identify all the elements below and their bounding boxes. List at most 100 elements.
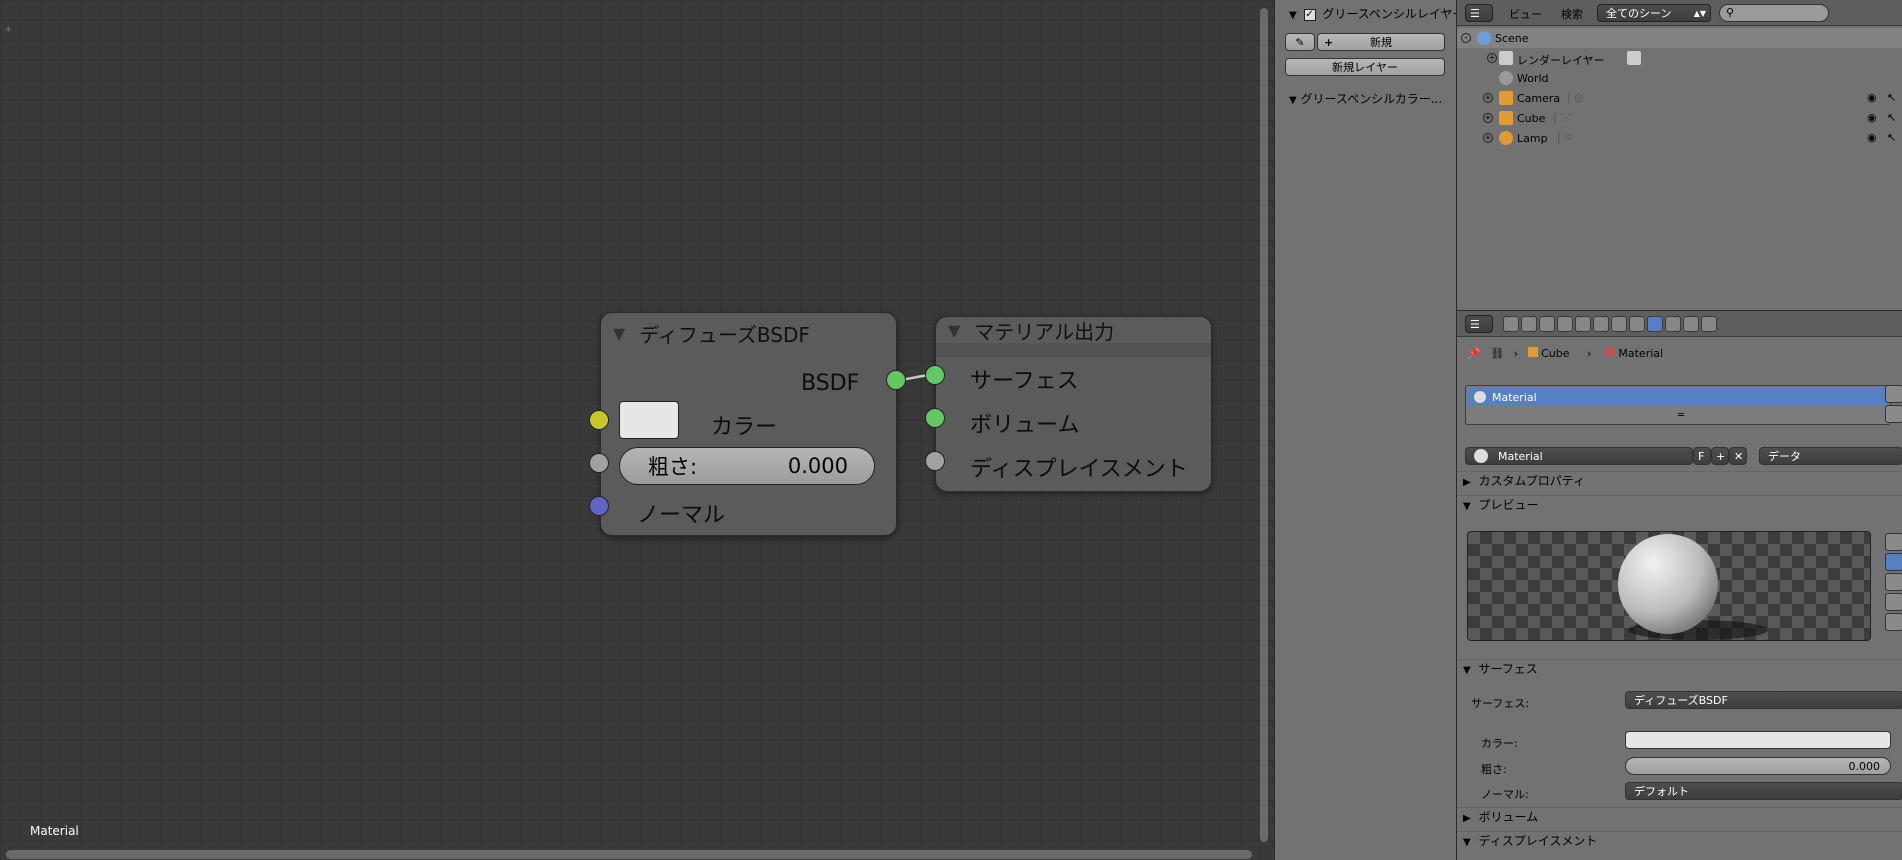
collapse-triangle-icon[interactable]: ▼ bbox=[613, 324, 625, 343]
render-layer-tab-icon[interactable] bbox=[1521, 316, 1537, 332]
scene-tab-icon[interactable] bbox=[1539, 316, 1555, 332]
scene-filter-dropdown[interactable]: 全てのシーン ▲▼ bbox=[1597, 4, 1711, 22]
vertical-scrollbar[interactable] bbox=[1260, 8, 1268, 842]
roughness-field[interactable]: 粗さ: 0.000 bbox=[619, 447, 875, 485]
preview-flat-button[interactable] bbox=[1885, 533, 1902, 551]
preview-section[interactable]: ▼ プレビュー bbox=[1457, 495, 1902, 515]
object-tab-icon[interactable] bbox=[1575, 316, 1591, 332]
diffuse-node-header[interactable]: ▼ ディフューズBSDF bbox=[601, 313, 896, 353]
cursor-select-icon[interactable]: ↖ bbox=[1887, 131, 1896, 144]
new-gp-button[interactable]: + 新規 bbox=[1317, 33, 1445, 51]
material-sphere-icon bbox=[1474, 391, 1486, 403]
color-input-socket[interactable] bbox=[589, 410, 609, 430]
particles-tab-icon[interactable] bbox=[1683, 316, 1699, 332]
displacement-section[interactable]: ▼ ディスプレイスメント bbox=[1457, 831, 1902, 851]
link-type-dropdown[interactable]: データ bbox=[1759, 447, 1902, 465]
menu-search[interactable]: 検索 bbox=[1561, 6, 1583, 22]
volume-section[interactable]: ▶ ボリューム bbox=[1457, 807, 1902, 827]
checkbox-icon[interactable]: ✓ bbox=[1303, 8, 1316, 21]
collapse-triangle-icon[interactable]: ▼ bbox=[948, 321, 960, 340]
custom-props-section[interactable]: ▶ カスタムプロパティ bbox=[1457, 471, 1902, 491]
editor-type-icon[interactable]: ☰ bbox=[1465, 315, 1493, 333]
preview-monkey-button[interactable] bbox=[1885, 593, 1902, 611]
material-datablock-field[interactable]: Material bbox=[1465, 447, 1693, 465]
roughness-input-socket[interactable] bbox=[589, 453, 609, 473]
surface-input-socket[interactable] bbox=[925, 365, 945, 385]
remove-slot-button[interactable] bbox=[1885, 405, 1902, 423]
data-tab-icon[interactable] bbox=[1629, 316, 1645, 332]
menu-view[interactable]: ビュー bbox=[1509, 6, 1542, 22]
color-swatch[interactable] bbox=[619, 401, 679, 439]
normal-input-socket[interactable] bbox=[589, 496, 609, 516]
node-editor[interactable]: + ▼ ディフューズBSDF BSDF カラー 粗さ: 0.000 ノーマル ▼… bbox=[0, 0, 1274, 860]
outliner-row-scene[interactable]: - Scene bbox=[1457, 28, 1902, 48]
expand-icon[interactable]: + bbox=[1483, 133, 1493, 143]
outliner: ☰ ビュー 検索 全てのシーン ▲▼ ⚲ - Scene + レンダーレイヤー … bbox=[1456, 0, 1902, 310]
new-material-icon[interactable]: + bbox=[1711, 447, 1729, 465]
mesh-data-icon[interactable]: | ⋰ bbox=[1553, 111, 1571, 124]
surface-input-label: サーフェス bbox=[970, 369, 1079, 394]
properties-header: ☰ bbox=[1457, 311, 1902, 337]
preview-hair-button[interactable] bbox=[1885, 613, 1902, 631]
physics-tab-icon[interactable] bbox=[1701, 316, 1717, 332]
modifier-tab-icon[interactable] bbox=[1611, 316, 1627, 332]
editor-type-icon[interactable]: ☰ bbox=[1465, 4, 1493, 22]
outliner-row-camera[interactable]: + Camera | ◎ ◉ ↖ bbox=[1457, 88, 1902, 108]
pencil-icon[interactable]: ✎ bbox=[1285, 33, 1315, 51]
outliner-search-input[interactable]: ⚲ bbox=[1719, 4, 1829, 22]
material-preview[interactable] bbox=[1467, 531, 1871, 641]
expand-icon[interactable]: + bbox=[1483, 93, 1493, 103]
preview-cube-button[interactable] bbox=[1885, 573, 1902, 591]
surface-color-swatch[interactable] bbox=[1625, 731, 1891, 749]
expand-icon[interactable]: - bbox=[1461, 33, 1471, 43]
custom-props-title: カスタムプロパティ bbox=[1478, 474, 1586, 488]
surface-normal-dropdown[interactable]: デフォルト bbox=[1625, 782, 1902, 800]
gp-layer-panel-header[interactable]: ▼ ✓ グリースペンシルレイヤー bbox=[1289, 5, 1465, 22]
world-tab-icon[interactable] bbox=[1557, 316, 1573, 332]
constraint-tab-icon[interactable] bbox=[1593, 316, 1609, 332]
volume-input-socket[interactable] bbox=[925, 408, 945, 428]
bsdf-output-socket[interactable] bbox=[886, 370, 906, 390]
material-browse-icon[interactable] bbox=[1474, 449, 1488, 463]
horizontal-scrollbar[interactable] bbox=[6, 850, 1252, 859]
diffuse-bsdf-node[interactable]: ▼ ディフューズBSDF BSDF カラー 粗さ: 0.000 ノーマル bbox=[600, 312, 897, 536]
add-slot-button[interactable] bbox=[1885, 385, 1902, 403]
material-slot-item[interactable]: Material bbox=[1468, 388, 1888, 406]
displacement-input-socket[interactable] bbox=[925, 451, 945, 471]
gp-layer-panel-title: グリースペンシルレイヤー bbox=[1322, 7, 1465, 21]
material-name: Material bbox=[1498, 449, 1543, 463]
eye-icon[interactable]: ◉ bbox=[1867, 111, 1877, 124]
texture-tab-icon[interactable] bbox=[1665, 316, 1681, 332]
collapse-triangle-icon[interactable]: ▼ bbox=[1289, 95, 1297, 106]
outliner-row-world[interactable]: World bbox=[1457, 68, 1902, 88]
outliner-row-cube[interactable]: + Cube | ⋰ ◉ ↖ bbox=[1457, 108, 1902, 128]
material-output-node[interactable]: ▼ マテリアル出力 サーフェス ボリューム ディスプレイスメント bbox=[935, 316, 1212, 492]
surface-roughness-field[interactable]: 0.000 bbox=[1625, 757, 1891, 775]
preview-sphere-button[interactable] bbox=[1885, 553, 1902, 571]
render-tab-icon[interactable] bbox=[1503, 316, 1519, 332]
properties-editor: ☰ 📌 ⛓ › Cube › Material Material ═ Mater… bbox=[1456, 310, 1902, 860]
outliner-row-render-layer[interactable]: + レンダーレイヤー bbox=[1457, 48, 1902, 68]
lamp-data-icon[interactable]: | ☼ bbox=[1557, 131, 1574, 144]
eye-icon[interactable]: ◉ bbox=[1867, 91, 1877, 104]
cursor-select-icon[interactable]: ↖ bbox=[1887, 91, 1896, 104]
outliner-row-lamp[interactable]: + Lamp | ☼ ◉ ↖ bbox=[1457, 128, 1902, 148]
eye-icon[interactable]: ◉ bbox=[1867, 131, 1877, 144]
collapse-triangle-icon[interactable]: ▼ bbox=[1289, 10, 1297, 21]
gp-color-panel-header[interactable]: ▼ グリースペンシルカラー... bbox=[1289, 90, 1442, 107]
new-layer-button[interactable]: 新規レイヤー bbox=[1285, 58, 1445, 76]
fake-user-toggle[interactable]: F bbox=[1693, 447, 1711, 465]
unlink-icon[interactable]: ✕ bbox=[1729, 447, 1747, 465]
expand-icon[interactable]: + bbox=[1483, 113, 1493, 123]
output-node-header[interactable]: ▼ マテリアル出力 bbox=[936, 317, 1211, 357]
pin-icon[interactable]: 📌 bbox=[1467, 347, 1481, 360]
material-tab-icon[interactable] bbox=[1647, 316, 1663, 332]
surface-section[interactable]: ▼ サーフェス bbox=[1457, 659, 1902, 679]
plus-icon: + bbox=[1324, 35, 1334, 49]
surface-shader-dropdown[interactable]: ディフューズBSDF bbox=[1625, 691, 1902, 709]
surface-shader-label: サーフェス: bbox=[1471, 697, 1530, 710]
cursor-select-icon[interactable]: ↖ bbox=[1887, 111, 1896, 124]
camera-data-icon[interactable]: | ◎ bbox=[1567, 91, 1584, 104]
resize-grip-icon[interactable]: ═ bbox=[1678, 410, 1684, 421]
expand-icon[interactable]: + bbox=[1487, 53, 1497, 63]
